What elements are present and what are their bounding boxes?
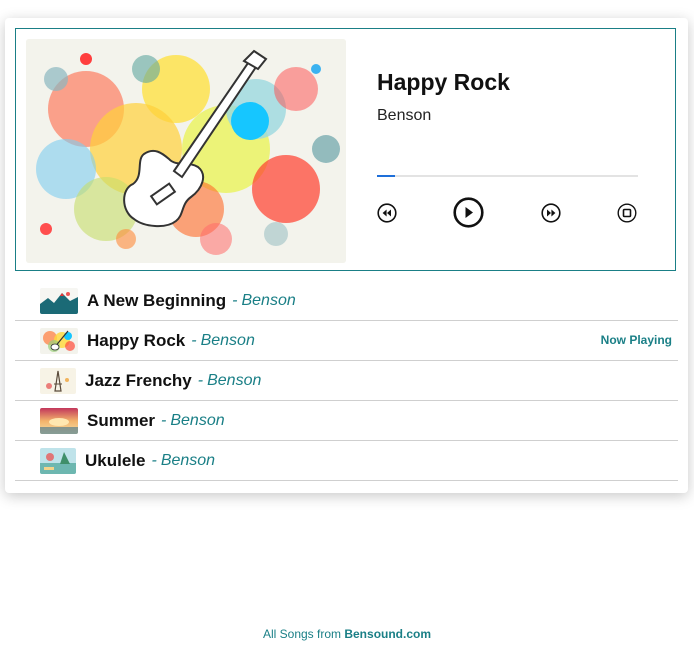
playlist-item[interactable]: Happy Rock - Benson Now Playing bbox=[15, 321, 678, 361]
song-artist: - Benson bbox=[191, 331, 255, 349]
song-title: Jazz Frenchy bbox=[85, 370, 192, 390]
rewind-icon bbox=[377, 203, 397, 223]
stop-icon bbox=[617, 203, 637, 223]
song-artist: - Benson bbox=[232, 291, 296, 309]
song-title: Ukulele bbox=[85, 450, 146, 470]
fast-forward-button[interactable] bbox=[541, 203, 561, 223]
playlist-item[interactable]: A New Beginning - Benson bbox=[15, 281, 678, 321]
now-playing-panel: Happy Rock Benson bbox=[15, 28, 676, 271]
track-info: Happy Rock Benson bbox=[377, 29, 647, 269]
sunset-thumbnail bbox=[40, 407, 78, 434]
play-button[interactable] bbox=[453, 197, 484, 228]
beach-thumbnail bbox=[40, 447, 76, 474]
song-title: Happy Rock bbox=[87, 330, 186, 350]
progress-bar-fill bbox=[377, 175, 396, 177]
progress-bar[interactable] bbox=[377, 175, 638, 177]
footer-prefix: All Songs from bbox=[262, 627, 341, 641]
music-player-card: Happy Rock Benson A New Beginning - Bens… bbox=[5, 18, 688, 493]
song-artist: - Benson bbox=[161, 411, 225, 429]
bensound-link[interactable]: Bensound.com bbox=[344, 627, 431, 641]
playlist-item[interactable]: Ukulele - Benson bbox=[15, 441, 678, 481]
now-playing-label: Now Playing bbox=[600, 333, 672, 347]
track-artist: Benson bbox=[377, 107, 432, 124]
playlist: A New Beginning - Benson Happy Rock - Bens… bbox=[15, 281, 678, 481]
album-cover-image bbox=[26, 39, 346, 263]
song-title: Summer bbox=[87, 410, 156, 430]
eiffel-tower-thumbnail bbox=[40, 367, 76, 394]
song-title: A New Beginning bbox=[87, 290, 227, 310]
rewind-button[interactable] bbox=[377, 203, 397, 223]
footer-credit: All Songs from Bensound.com bbox=[0, 627, 694, 641]
track-title: Happy Rock bbox=[377, 69, 510, 95]
mountain-thumbnail bbox=[40, 287, 78, 314]
stop-button[interactable] bbox=[617, 203, 637, 223]
play-icon bbox=[453, 197, 484, 228]
song-artist: - Benson bbox=[151, 451, 216, 469]
playlist-item[interactable]: Jazz Frenchy - Benson bbox=[15, 361, 678, 401]
fast-forward-icon bbox=[541, 203, 561, 223]
guitar-thumbnail bbox=[40, 327, 78, 354]
song-artist: - Benson bbox=[197, 371, 262, 389]
playlist-item[interactable]: Summer - Benson bbox=[15, 401, 678, 441]
